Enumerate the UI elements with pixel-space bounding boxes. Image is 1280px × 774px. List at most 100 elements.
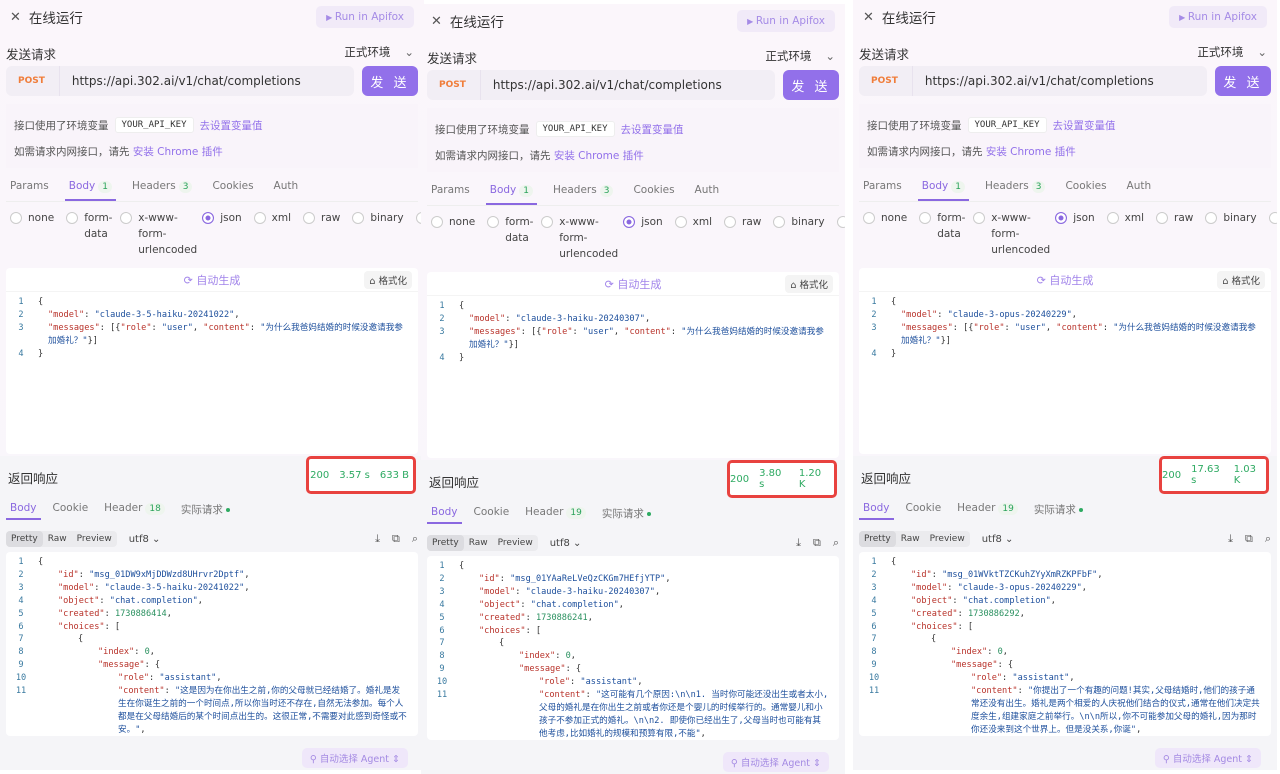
response-tab[interactable]: Cookie bbox=[49, 498, 93, 520]
radio-circle[interactable] bbox=[674, 216, 687, 228]
close-icon[interactable]: ✕ bbox=[863, 10, 874, 25]
radio-circle[interactable] bbox=[836, 216, 845, 228]
response-tab[interactable]: Cookie bbox=[902, 498, 946, 520]
body-type-radio[interactable]: raw bbox=[724, 214, 761, 262]
radio-circle[interactable] bbox=[541, 216, 554, 228]
tab-params[interactable]: Params bbox=[6, 176, 53, 201]
run-in-apifox-button[interactable]: ▶ Run in Apifox bbox=[1169, 6, 1267, 28]
request-body-editor[interactable]: ⟳ 自动生成 ⌂ 格式化 1{2 "model": "claude-3-opus-… bbox=[859, 268, 1271, 454]
tab-params[interactable]: Params bbox=[427, 180, 474, 205]
encoding-select[interactable]: utf8 ⌄ bbox=[982, 534, 1014, 545]
response-tab[interactable]: Header 19 bbox=[953, 498, 1022, 520]
body-type-radio[interactable]: Gr bbox=[1268, 210, 1277, 258]
encoding-select[interactable]: utf8 ⌄ bbox=[129, 534, 161, 545]
tab-cookies[interactable]: Cookies bbox=[629, 180, 678, 205]
set-variable-link[interactable]: 去设置变量值 bbox=[621, 122, 684, 137]
format-button[interactable]: ⌂ 格式化 bbox=[364, 271, 412, 289]
body-type-radio[interactable]: binary bbox=[773, 214, 825, 262]
radio-circle[interactable] bbox=[773, 216, 786, 228]
body-type-radio[interactable]: raw bbox=[303, 210, 340, 258]
radio-circle[interactable] bbox=[1268, 212, 1277, 224]
response-body[interactable]: 1{2 "id": "msg_01WVktTZCKuhZYyXmRZKPFbF",… bbox=[859, 552, 1271, 736]
response-tab[interactable]: Body bbox=[859, 498, 894, 520]
response-tab[interactable]: 实际请求 bbox=[1030, 498, 1087, 520]
request-body-editor[interactable]: ⟳ 自动生成 ⌂ 格式化 1{2 "model": "claude-3-haiku… bbox=[427, 272, 839, 458]
response-tab[interactable]: 实际请求 bbox=[598, 502, 655, 524]
radio-circle[interactable] bbox=[863, 212, 875, 224]
response-body[interactable]: 1{2 "id": "msg_01DW9xMjDDWzd8UHrvr2Dptf",… bbox=[6, 552, 418, 736]
copy-icon[interactable]: ⧉ bbox=[813, 536, 821, 550]
view-raw[interactable]: Raw bbox=[896, 531, 925, 547]
send-button[interactable]: 发 送 bbox=[783, 70, 839, 100]
radio-circle[interactable] bbox=[120, 212, 133, 224]
agent-select[interactable]: ⚲ 自动选择 Agent ⇕ bbox=[722, 752, 829, 772]
radio-circle[interactable] bbox=[1055, 212, 1068, 224]
body-type-radio[interactable]: json bbox=[202, 210, 242, 258]
body-type-radio[interactable]: none bbox=[863, 210, 907, 258]
url-input[interactable]: POST https://api.302.ai/v1/chat/completio… bbox=[859, 66, 1207, 96]
response-tab[interactable]: Body bbox=[427, 502, 462, 524]
url-value[interactable]: https://api.302.ai/v1/chat/completions bbox=[60, 74, 301, 88]
body-type-radio[interactable]: Gr bbox=[836, 214, 845, 262]
set-variable-link[interactable]: 去设置变量值 bbox=[200, 118, 263, 133]
body-type-radio[interactable]: xml bbox=[674, 214, 712, 262]
url-value[interactable]: https://api.302.ai/v1/chat/completions bbox=[913, 74, 1154, 88]
search-icon[interactable]: ⌕ bbox=[833, 536, 839, 550]
response-tab[interactable]: Header 18 bbox=[100, 498, 169, 520]
format-button[interactable]: ⌂ 格式化 bbox=[1217, 271, 1265, 289]
radio-circle[interactable] bbox=[352, 212, 365, 224]
view-pretty[interactable]: Pretty bbox=[859, 531, 896, 547]
body-type-radio[interactable]: xml bbox=[253, 210, 291, 258]
radio-circle[interactable] bbox=[66, 212, 79, 224]
body-type-radio[interactable]: json bbox=[1055, 210, 1095, 258]
body-type-radio[interactable]: x-www-form-urlencoded bbox=[541, 214, 618, 262]
method-select[interactable]: POST bbox=[6, 66, 60, 96]
radio-circle[interactable] bbox=[973, 212, 986, 224]
close-icon[interactable]: ✕ bbox=[431, 14, 442, 29]
response-tab[interactable]: Cookie bbox=[470, 502, 514, 524]
tab-cookies[interactable]: Cookies bbox=[1061, 176, 1110, 201]
close-icon[interactable]: ✕ bbox=[10, 10, 21, 25]
radio-circle[interactable] bbox=[919, 212, 932, 224]
response-tab[interactable]: Header 19 bbox=[521, 502, 590, 524]
body-type-radio[interactable]: x-www-form-urlencoded bbox=[120, 210, 197, 258]
tab-cookies[interactable]: Cookies bbox=[208, 176, 257, 201]
radio-circle[interactable] bbox=[10, 212, 22, 224]
install-chrome-plugin-link[interactable]: 安装 Chrome 插件 bbox=[554, 148, 644, 163]
set-variable-link[interactable]: 去设置变量值 bbox=[1053, 118, 1116, 133]
view-preview[interactable]: Preview bbox=[493, 535, 538, 551]
url-value[interactable]: https://api.302.ai/v1/chat/completions bbox=[481, 78, 722, 92]
radio-circle[interactable] bbox=[202, 212, 215, 224]
environment-select[interactable]: 正式环境 ⌄ bbox=[1197, 44, 1267, 60]
auto-generate-button[interactable]: ⟳ 自动生成 bbox=[1037, 272, 1094, 288]
request-body-editor[interactable]: ⟳ 自动生成 ⌂ 格式化 1{2 "model": "claude-3-5-hai… bbox=[6, 268, 418, 454]
tab-body[interactable]: Body 1 bbox=[485, 180, 537, 205]
tab-body[interactable]: Body 1 bbox=[64, 176, 116, 201]
body-type-radio[interactable]: xml bbox=[1106, 210, 1144, 258]
tab-params[interactable]: Params bbox=[859, 176, 906, 201]
radio-circle[interactable] bbox=[1156, 212, 1169, 224]
send-button[interactable]: 发 送 bbox=[1215, 66, 1271, 96]
radio-circle[interactable] bbox=[623, 216, 636, 228]
view-pretty[interactable]: Pretty bbox=[6, 531, 43, 547]
radio-circle[interactable] bbox=[431, 216, 443, 228]
auto-generate-button[interactable]: ⟳ 自动生成 bbox=[605, 276, 662, 292]
environment-select[interactable]: 正式环境 ⌄ bbox=[344, 44, 414, 60]
format-button[interactable]: ⌂ 格式化 bbox=[785, 275, 833, 293]
response-tab[interactable]: 实际请求 bbox=[177, 498, 234, 520]
download-icon[interactable]: ⤓ bbox=[375, 532, 380, 546]
view-pretty[interactable]: Pretty bbox=[427, 535, 464, 551]
url-input[interactable]: POST https://api.302.ai/v1/chat/completio… bbox=[6, 66, 354, 96]
agent-select[interactable]: ⚲ 自动选择 Agent ⇕ bbox=[1154, 748, 1261, 768]
view-raw[interactable]: Raw bbox=[464, 535, 493, 551]
method-select[interactable]: POST bbox=[427, 70, 481, 100]
agent-select[interactable]: ⚲ 自动选择 Agent ⇕ bbox=[301, 748, 408, 768]
body-type-radio[interactable]: form-data bbox=[487, 214, 533, 262]
tab-headers[interactable]: Headers 3 bbox=[128, 176, 196, 201]
body-type-radio[interactable]: x-www-form-urlencoded bbox=[973, 210, 1050, 258]
body-type-radio[interactable]: json bbox=[623, 214, 663, 262]
install-chrome-plugin-link[interactable]: 安装 Chrome 插件 bbox=[133, 144, 223, 159]
radio-circle[interactable] bbox=[724, 216, 737, 228]
tab-headers[interactable]: Headers 3 bbox=[549, 180, 617, 205]
download-icon[interactable]: ⤓ bbox=[1228, 532, 1233, 546]
